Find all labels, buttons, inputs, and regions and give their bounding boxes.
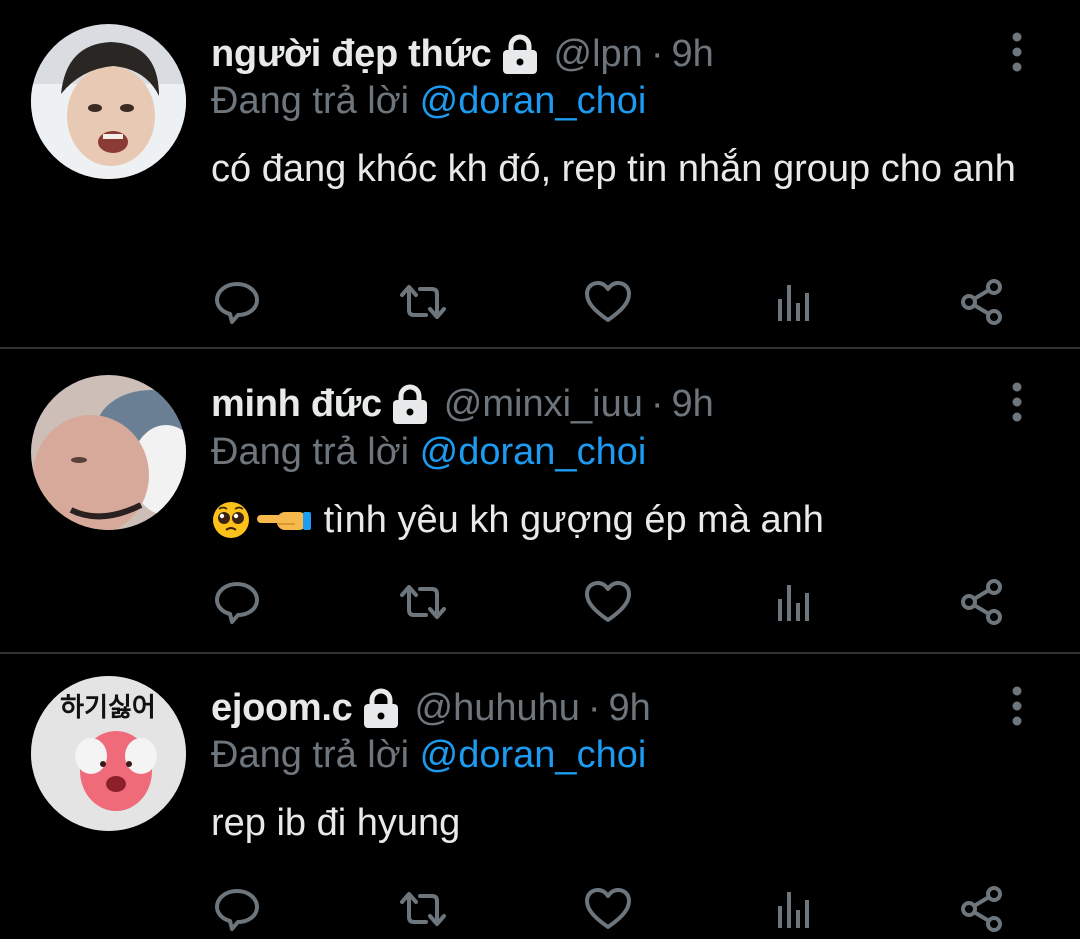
lock-icon — [500, 33, 540, 75]
retweet-button[interactable] — [398, 277, 448, 327]
display-name[interactable]: minh đức — [211, 383, 382, 426]
retweet-button[interactable] — [398, 884, 448, 934]
display-name[interactable]: ejoom.c — [211, 687, 353, 730]
replying-to-user-link[interactable]: @doran_choi — [420, 431, 647, 473]
user-handle[interactable]: @huhuhu — [415, 687, 580, 730]
more-vertical-icon — [1012, 686, 1022, 726]
replying-to-label: Đang trả lời — [211, 80, 410, 122]
user-handle[interactable]: @minxi_iuu — [444, 383, 643, 426]
avatar[interactable] — [31, 24, 186, 179]
reply-button[interactable] — [212, 277, 262, 327]
action-bar — [0, 277, 1080, 327]
reply-icon — [215, 282, 259, 324]
more-vertical-icon — [1012, 32, 1022, 72]
action-bar — [0, 884, 1080, 934]
like-button[interactable] — [583, 577, 633, 627]
timestamp[interactable]: 9h — [672, 383, 714, 426]
analytics-icon — [778, 892, 809, 928]
timestamp[interactable]: 9h — [609, 687, 651, 730]
analytics-button[interactable] — [770, 277, 820, 327]
retweet-icon — [400, 892, 446, 926]
share-icon — [961, 579, 1002, 625]
analytics-icon — [778, 285, 809, 321]
reply-icon — [215, 889, 259, 931]
reply-button[interactable] — [212, 577, 262, 627]
lock-icon — [361, 687, 401, 729]
tweet-item[interactable]: người đẹp thức @lpn · 9h Đang trả lời @d… — [0, 0, 1080, 349]
analytics-button[interactable] — [770, 884, 820, 934]
more-options-button[interactable] — [1002, 684, 1032, 728]
avatar[interactable]: 하기싫어 — [31, 676, 186, 831]
heart-icon — [585, 281, 631, 322]
reply-button[interactable] — [212, 884, 262, 934]
tweet-header: người đẹp thức @lpn · 9h — [211, 29, 714, 79]
replying-to-label: Đang trả lời — [211, 734, 410, 776]
heart-icon — [585, 888, 631, 929]
tweet-item[interactable]: 하기싫어 ejoom.c @huhuhu · 9h Đang trả lời @… — [0, 656, 1080, 939]
like-button[interactable] — [583, 884, 633, 934]
tweet-header: minh đức @minxi_iuu · 9h — [211, 379, 714, 429]
tweet-text: có đang khóc kh đó, rep tin nhắn group c… — [211, 148, 1016, 190]
replying-to: Đang trả lời @doran_choi — [211, 80, 646, 123]
share-button[interactable] — [957, 277, 1007, 327]
avatar-text: 하기싫어 — [60, 693, 156, 723]
heart-icon — [585, 581, 631, 622]
tweet-text: rep ib đi hyung — [211, 802, 461, 844]
more-vertical-icon — [1012, 382, 1022, 422]
retweet-icon — [400, 585, 446, 619]
separator-dot: · — [650, 32, 664, 75]
retweet-button[interactable] — [398, 577, 448, 627]
separator-dot: · — [587, 686, 601, 729]
share-icon — [961, 886, 1002, 932]
reply-icon — [215, 582, 259, 624]
pointing-left-hand-emoji — [255, 500, 313, 540]
tweet-text-body: tình yêu kh gượng ép mà anh — [323, 499, 824, 541]
lock-icon — [390, 383, 430, 425]
share-button[interactable] — [957, 884, 1007, 934]
like-button[interactable] — [583, 277, 633, 327]
avatar[interactable] — [31, 375, 186, 530]
share-button[interactable] — [957, 577, 1007, 627]
retweet-icon — [400, 285, 446, 319]
more-options-button[interactable] — [1002, 30, 1032, 74]
replying-to-user-link[interactable]: @doran_choi — [420, 734, 647, 776]
timestamp[interactable]: 9h — [671, 33, 713, 76]
replying-to-label: Đang trả lời — [211, 431, 410, 473]
pleading-face-emoji — [211, 500, 255, 540]
display-name[interactable]: người đẹp thức — [211, 33, 492, 76]
replying-to: Đang trả lời @doran_choi — [211, 431, 646, 474]
action-bar — [0, 577, 1080, 627]
tweet-item[interactable]: minh đức @minxi_iuu · 9h Đang trả lời @d… — [0, 351, 1080, 654]
share-icon — [961, 279, 1002, 325]
more-options-button[interactable] — [1002, 380, 1032, 424]
analytics-button[interactable] — [770, 577, 820, 627]
tweet-text: tình yêu kh gượng ép mà anh — [211, 496, 1041, 545]
tweet-header: ejoom.c @huhuhu · 9h — [211, 683, 651, 733]
replying-to-user-link[interactable]: @doran_choi — [420, 80, 647, 122]
replying-to: Đang trả lời @doran_choi — [211, 734, 646, 777]
analytics-icon — [778, 585, 809, 621]
user-handle[interactable]: @lpn — [554, 33, 643, 76]
separator-dot: · — [650, 382, 664, 425]
